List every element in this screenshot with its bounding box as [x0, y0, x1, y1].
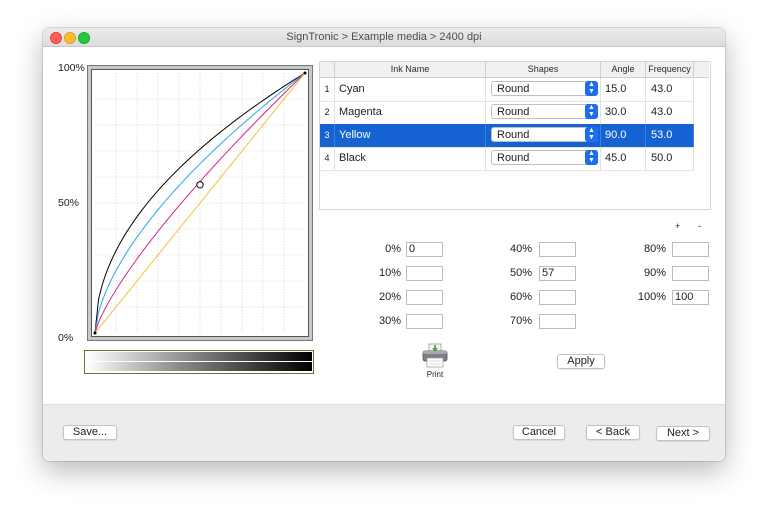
shape-select[interactable]: Round ▲ ▼	[491, 150, 598, 165]
gradient-corrected	[86, 362, 312, 371]
table-row[interactable]: 2 Magenta Round ▲ ▼ 30.0 43.0	[320, 101, 694, 125]
header-shapes[interactable]: Shapes	[486, 62, 601, 78]
angle-cell[interactable]: 90.0	[605, 124, 643, 147]
shape-select[interactable]: Round ▲ ▼	[491, 127, 598, 142]
percent-input[interactable]	[672, 242, 709, 257]
ink-name-cell[interactable]: Cyan	[339, 78, 479, 101]
table-row[interactable]: 3 Yellow Round ▲ ▼ 90.0 53.0	[320, 124, 694, 148]
percent-input[interactable]	[406, 290, 443, 305]
header-rownum	[320, 62, 335, 78]
curve-start-point[interactable]	[93, 331, 97, 335]
chevron-up-down-icon: ▲ ▼	[585, 150, 598, 165]
percent-label: 30%	[378, 315, 401, 327]
percent-input[interactable]: 57	[539, 266, 576, 281]
header-angle[interactable]: Angle	[601, 62, 646, 78]
table-row[interactable]: 1 Cyan Round ▲ ▼ 15.0 43.0	[320, 78, 694, 102]
y-label-top: 100%	[58, 62, 85, 74]
table-row[interactable]: 4 Black Round ▲ ▼ 45.0 50.0	[320, 147, 694, 171]
tone-curve-graph[interactable]	[92, 70, 308, 336]
header-frequency[interactable]: Frequency	[646, 62, 694, 78]
window-title: SignTronic > Example media > 2400 dpi	[286, 31, 482, 43]
header-spacer	[694, 62, 709, 78]
chevron-up-down-icon: ▲ ▼	[585, 127, 598, 142]
curve-editor[interactable]	[87, 65, 313, 341]
save-button[interactable]: Save...	[63, 425, 117, 440]
percent-label: 40%	[509, 243, 532, 255]
back-button[interactable]: < Back	[586, 425, 640, 440]
percent-label: 100%	[637, 291, 666, 303]
angle-cell[interactable]: 30.0	[605, 101, 643, 124]
percent-input[interactable]: 0	[406, 242, 443, 257]
add-row-button[interactable]: +	[675, 221, 680, 231]
percent-label: 90%	[643, 267, 666, 279]
percent-label: 10%	[378, 267, 401, 279]
chevron-up-down-icon: ▲ ▼	[585, 81, 598, 96]
ink-name-cell[interactable]: Magenta	[339, 101, 479, 124]
row-number: 2	[324, 107, 330, 117]
frequency-cell[interactable]: 43.0	[651, 101, 691, 124]
ink-table: Ink Name Shapes Angle Frequency 1 Cyan Rou…	[319, 61, 711, 210]
gradient-preview	[84, 350, 314, 374]
percent-input[interactable]	[539, 314, 576, 329]
remove-row-button[interactable]: -	[698, 221, 701, 231]
curve-end-point[interactable]	[303, 71, 307, 75]
print-button[interactable]: Print	[419, 343, 451, 383]
next-button[interactable]: Next >	[656, 426, 710, 441]
frequency-cell[interactable]: 50.0	[651, 147, 691, 170]
header-ink-name[interactable]: Ink Name	[335, 62, 486, 78]
title-bar: SignTronic > Example media > 2400 dpi	[43, 28, 725, 47]
shape-select[interactable]: Round ▲ ▼	[491, 81, 598, 96]
y-label-mid: 50%	[58, 197, 80, 209]
print-label: Print	[426, 370, 444, 379]
percent-label: 70%	[509, 315, 532, 327]
row-number: 4	[324, 153, 330, 163]
percent-label: 20%	[378, 291, 401, 303]
y-label-bottom: 0%	[58, 332, 74, 344]
row-number: 3	[324, 130, 330, 140]
percent-label: 60%	[509, 291, 532, 303]
frequency-cell[interactable]: 53.0	[651, 124, 691, 147]
ink-name-cell[interactable]: Black	[339, 147, 479, 170]
shape-select[interactable]: Round ▲ ▼	[491, 104, 598, 119]
footer-bar: Save... Cancel < Back Next >	[43, 404, 725, 461]
row-number: 1	[324, 84, 330, 94]
cancel-button[interactable]: Cancel	[513, 425, 565, 440]
percent-input[interactable]	[406, 266, 443, 281]
percent-label: 50%	[509, 267, 532, 279]
chevron-up-down-icon: ▲ ▼	[585, 104, 598, 119]
percent-input[interactable]	[406, 314, 443, 329]
shape-select-value: Round	[497, 129, 530, 141]
shape-select-value: Round	[497, 152, 530, 164]
percent-input[interactable]: 100	[672, 290, 709, 305]
app-window: SignTronic > Example media > 2400 dpi 10…	[43, 28, 725, 461]
percent-input[interactable]	[672, 266, 709, 281]
angle-cell[interactable]: 15.0	[605, 78, 643, 101]
frequency-cell[interactable]: 43.0	[651, 78, 691, 101]
curve-control-point[interactable]	[196, 181, 204, 189]
curve-canvas[interactable]	[91, 69, 309, 337]
angle-cell[interactable]: 45.0	[605, 147, 643, 170]
shape-select-value: Round	[497, 83, 530, 95]
gradient-linear	[86, 352, 312, 361]
shape-select-value: Round	[497, 106, 530, 118]
ink-name-cell[interactable]: Yellow	[339, 124, 479, 147]
printer-icon	[422, 343, 448, 368]
apply-button[interactable]: Apply	[557, 354, 605, 369]
percent-label: 0%	[385, 243, 401, 255]
percent-input[interactable]	[539, 290, 576, 305]
percent-input[interactable]	[539, 242, 576, 257]
percent-label: 80%	[643, 243, 666, 255]
